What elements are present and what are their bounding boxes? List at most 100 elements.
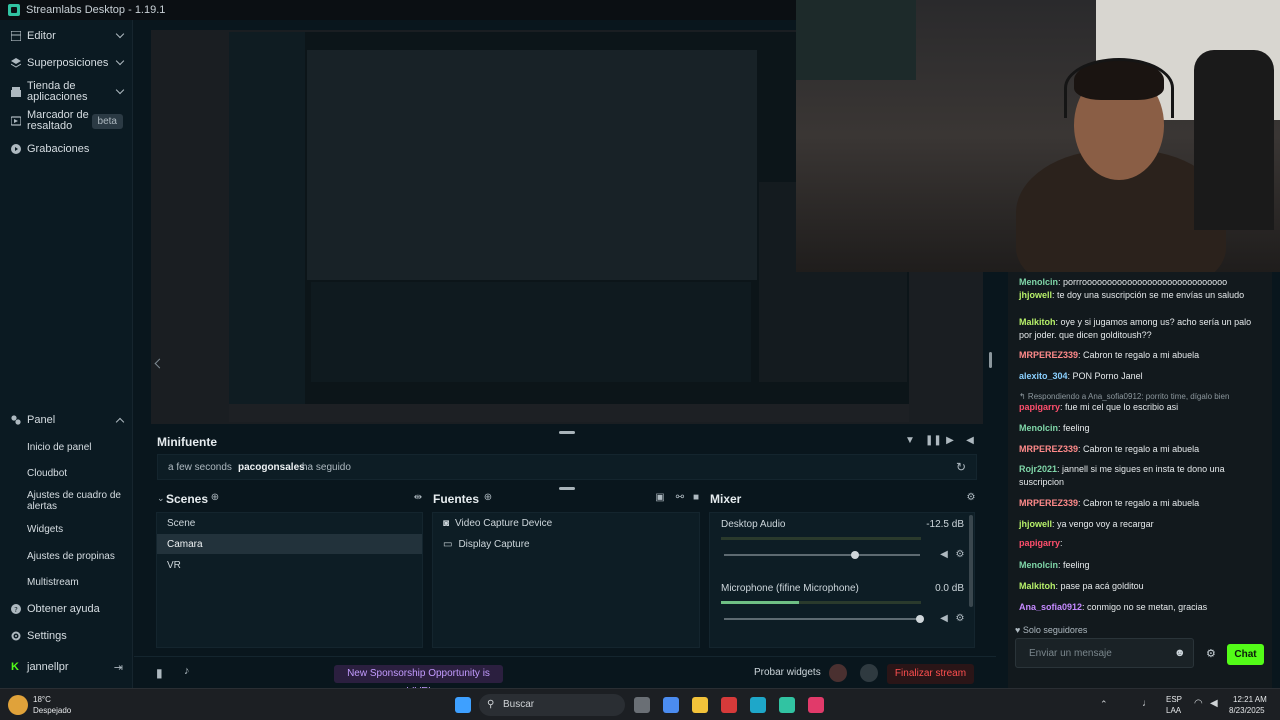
chat-username[interactable]: jhjowell [1019, 290, 1052, 300]
sources-title: Fuentes [433, 492, 480, 506]
sidebar-subitem-multistream[interactable]: Multistream [27, 577, 127, 588]
sidebar-subitem-inicio[interactable]: Inicio de panel [27, 442, 127, 453]
clock-time[interactable]: 12:21 AM [1233, 695, 1267, 705]
chat-username[interactable]: jhjowell [1019, 519, 1052, 529]
chat-send-button[interactable]: Chat [1227, 644, 1264, 665]
speaker-icon[interactable]: ◀ [939, 614, 949, 624]
lang-code[interactable]: ESP [1166, 695, 1182, 705]
scene-item[interactable]: Camara [167, 539, 203, 550]
stats-icon[interactable]: ▮ [156, 666, 163, 680]
chat-username[interactable]: Menolcin [1019, 423, 1058, 433]
sidebar-item-superposiciones[interactable]: Superposiciones [0, 55, 133, 71]
gear-icon[interactable]: ⚙ [1206, 647, 1216, 660]
chat-username[interactable]: alexito_304 [1019, 371, 1068, 381]
poster-shape [796, 0, 916, 80]
sidebar-subitem-cloudbot[interactable]: Cloudbot [27, 468, 127, 479]
add-scene-icon[interactable]: ⊕ [210, 493, 220, 503]
chat-username[interactable]: MRPEREZ339 [1019, 444, 1078, 454]
copilot-icon[interactable] [663, 697, 679, 713]
explorer-icon[interactable] [692, 697, 708, 713]
chat-message: jhjowell: ya vengo voy a recargar [1019, 518, 1265, 531]
windows-start-icon[interactable] [455, 697, 471, 713]
chat-input[interactable]: Enviar un mensaje [1015, 638, 1194, 668]
chat-username[interactable]: MRPEREZ339 [1019, 498, 1078, 508]
weather-icon[interactable] [8, 695, 28, 715]
pause-icon[interactable]: ❚❚ [925, 436, 942, 446]
chat-username[interactable]: Ana_sofia0912 [1019, 602, 1082, 612]
drag-handle[interactable] [559, 487, 575, 490]
filter-icon[interactable]: ▼ [905, 436, 915, 446]
refresh-icon[interactable]: ↻ [956, 460, 966, 474]
gear-icon[interactable]: ⚙ [955, 550, 965, 560]
folder-icon[interactable]: ▣ [655, 493, 665, 503]
edge-icon[interactable] [750, 697, 766, 713]
record-button[interactable] [829, 664, 847, 682]
nested-sidebar [229, 32, 305, 422]
sidebar-user[interactable]: K jannellpr ⇥ [0, 659, 133, 675]
sidebar-item-panel[interactable]: Panel [0, 412, 133, 428]
sidebar-subitem-widgets[interactable]: Widgets [27, 524, 127, 535]
collapse-arrow-icon[interactable] [154, 358, 165, 369]
tiktok-icon[interactable] [808, 697, 824, 713]
replay-button[interactable] [860, 664, 878, 682]
chat-username[interactable]: MRPEREZ339 [1019, 350, 1078, 360]
taskbar-search[interactable]: Buscar [479, 694, 625, 716]
add-source-icon[interactable]: ⊕ [483, 493, 493, 503]
mcafee-icon[interactable] [721, 697, 737, 713]
chat-username[interactable]: Menolcin [1019, 277, 1058, 287]
mixer-scrollbar[interactable] [969, 515, 973, 607]
wifi-icon[interactable]: ◠ [1194, 698, 1203, 709]
sidebar-item-help[interactable]: ? Obtener ayuda [0, 601, 133, 617]
source-item[interactable]: ▭ Display Capture [443, 539, 530, 550]
test-widgets-label[interactable]: Probar widgets [754, 667, 821, 678]
chat-username[interactable]: papigarry [1019, 538, 1060, 548]
sponsorship-banner[interactable]: New Sponsorship Opportunity is LIVE! [334, 665, 503, 697]
volume-slider-knob[interactable] [851, 551, 860, 559]
skip-icon[interactable]: ▶ [945, 436, 955, 446]
panel-scrollbar[interactable] [989, 352, 992, 368]
end-stream-button[interactable]: Finalizar stream [887, 664, 974, 684]
sidebar-item-grabaciones[interactable]: Grabaciones [0, 141, 133, 157]
filters-icon[interactable]: ⚯ [675, 493, 685, 503]
scene-item[interactable]: VR [167, 560, 181, 571]
volume-icon[interactable]: ◀ [1210, 698, 1218, 709]
volume-slider-track[interactable] [724, 554, 920, 556]
chevron-up-icon[interactable]: ⌃ [1100, 699, 1108, 710]
chat-username[interactable]: Malkitoh [1019, 317, 1056, 327]
sidebar-item-label: Tienda de aplicaciones [27, 80, 88, 103]
chevron-down-icon[interactable]: ⌄ [157, 493, 165, 504]
gear-icon[interactable]: ⚙ [966, 493, 976, 503]
sidebar-item-marcador[interactable]: Marcador de resaltado beta [0, 108, 133, 134]
lang-region[interactable]: LAA [1166, 706, 1181, 716]
gear-icon[interactable]: ⚙ [955, 614, 965, 624]
drag-handle[interactable] [559, 431, 575, 434]
add-folder-icon[interactable]: ■ [691, 493, 701, 503]
chat-username[interactable]: Menolcin [1019, 560, 1058, 570]
scene-transition-icon[interactable]: ⇹ [413, 493, 423, 503]
clock-date[interactable]: 8/23/2025 [1229, 706, 1265, 716]
scene-item[interactable]: Scene [167, 518, 195, 529]
mic-icon[interactable]: ♩ [1142, 698, 1152, 709]
source-item[interactable]: ◙ Video Capture Device [443, 518, 552, 529]
speaker-icon[interactable]: ◀ [939, 550, 949, 560]
sidebar-item-settings[interactable]: Settings [0, 628, 133, 644]
volume-icon[interactable]: ◀ [965, 436, 975, 446]
sidebar-item-editor[interactable]: Editor [0, 28, 133, 44]
store-icon [11, 87, 21, 97]
volume-slider-track[interactable] [724, 618, 920, 620]
sidebar-subitem-alertas[interactable]: Ajustes de cuadro de alertas [27, 490, 127, 512]
emoji-icon[interactable]: ☻ [1174, 647, 1186, 659]
sidebar-item-tienda[interactable]: Tienda de aplicaciones [0, 79, 133, 105]
sidebar-item-label: Obtener ayuda [27, 603, 100, 615]
chat-username[interactable]: Rojr2021 [1019, 464, 1057, 474]
chat-username[interactable]: papigarry [1019, 402, 1060, 412]
weather-desc: Despejado [33, 706, 72, 715]
sidebar-subitem-propinas[interactable]: Ajustes de propinas [27, 551, 127, 562]
sidebar-item-label: Superposiciones [27, 57, 109, 69]
logout-icon[interactable]: ⇥ [114, 661, 123, 674]
chat-username[interactable]: Malkitoh [1019, 581, 1056, 591]
task-view-icon[interactable] [634, 697, 650, 713]
followers-only-label: Solo seguidores [1022, 625, 1088, 635]
volume-slider-knob[interactable] [916, 615, 924, 623]
streamlabs-taskbar-icon[interactable] [779, 697, 795, 713]
